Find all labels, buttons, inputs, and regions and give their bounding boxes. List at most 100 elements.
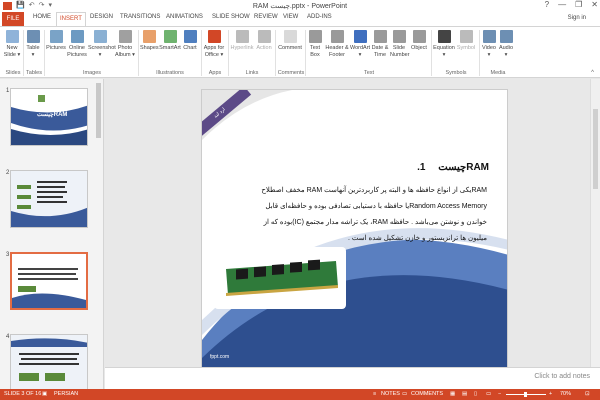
restore-button[interactable]: ❐ — [575, 0, 582, 9]
group-label-illustrations: Illustrations — [156, 70, 184, 76]
wordart-icon — [353, 30, 367, 43]
group-label-links: Links — [245, 70, 259, 76]
video-button[interactable]: Video ▾ — [481, 30, 497, 58]
body-line[interactable]: RAMیکی از انواع حافظه ها و البته پر کارب… — [225, 186, 487, 195]
table-button[interactable]: Table ▾ — [25, 30, 41, 58]
zoom-slider-thumb[interactable] — [524, 392, 527, 397]
tab-file[interactable]: FILE — [2, 12, 24, 26]
audio-button[interactable]: Audio ▾ — [498, 30, 514, 58]
tab-animations[interactable]: ANIMATIONS — [166, 14, 203, 20]
zoom-level[interactable]: 70% — [560, 391, 571, 397]
group-label-images: Images — [82, 70, 102, 76]
ram-module-image[interactable] — [214, 247, 346, 309]
thumbnails-scrollbar[interactable] — [96, 83, 101, 138]
slide-3-preview — [12, 254, 86, 308]
header-footer-icon — [330, 30, 344, 43]
wordart-button[interactable]: WordArt ▾ — [350, 30, 370, 58]
tab-slide-show[interactable]: SLIDE SHOW — [212, 14, 250, 20]
pictures-button[interactable]: Pictures — [46, 30, 66, 52]
chart-button[interactable]: Chart — [182, 30, 198, 52]
zoom-out-icon[interactable]: − — [498, 391, 501, 397]
action-icon — [257, 30, 271, 43]
scrollbar-thumb[interactable] — [593, 109, 598, 189]
slideshow-icon[interactable]: ▭ — [486, 391, 491, 397]
equation-button[interactable]: Equation ▾ — [433, 30, 455, 58]
video-icon — [482, 30, 496, 43]
thumbnail-title: RAMچیست — [37, 112, 68, 118]
date-time-icon — [373, 30, 387, 43]
audio-icon — [499, 30, 513, 43]
notes-toggle[interactable]: NOTES — [381, 391, 400, 397]
photo-album-button[interactable]: Photo Album ▾ — [114, 30, 136, 58]
collapse-ribbon-icon[interactable]: ^ — [591, 70, 594, 76]
tab-home[interactable]: HOME — [33, 14, 51, 20]
body-line[interactable]: خواندن و نوشتن می‌باشد . حافظه RAM، یک ت… — [225, 218, 487, 227]
slide-sorter-icon[interactable]: ▤ — [462, 391, 467, 397]
close-button[interactable]: ✕ — [591, 0, 598, 9]
group-label-media: Media — [490, 70, 506, 76]
slide-2-preview — [11, 171, 87, 227]
tab-add-ins[interactable]: ADD-INS — [307, 14, 332, 20]
group-label-comments: Comments — [277, 70, 305, 76]
text-box-icon — [308, 30, 322, 43]
comment-button[interactable]: Comment — [277, 30, 303, 52]
header-footer-button[interactable]: Header & Footer — [325, 30, 349, 58]
slide-thumbnail-1[interactable]: RAMچیست — [10, 88, 88, 146]
zoom-in-icon[interactable]: + — [549, 391, 552, 397]
group-separator — [138, 30, 139, 76]
slide-number-icon — [392, 30, 406, 43]
symbol-button[interactable]: Symbol — [456, 30, 476, 52]
current-slide[interactable]: ارد لند RAMچیست 1. RAMیکی از انواع حافظه… — [201, 89, 508, 369]
reading-view-icon[interactable]: ▯ — [474, 391, 477, 397]
smartart-button[interactable]: SmartArt — [159, 30, 181, 52]
apps-for-office-button[interactable]: Apps for Office ▾ — [203, 30, 225, 58]
sign-in-link[interactable]: Sign in — [568, 15, 586, 21]
new-slide-button[interactable]: New Slide ▾ — [3, 30, 21, 58]
fit-slide-icon[interactable]: ⊡ — [585, 391, 590, 397]
canvas-vertical-scrollbar[interactable] — [590, 79, 600, 367]
screenshot-button[interactable]: Screenshot ▾ — [88, 30, 116, 58]
slide-footer-url: fppt.com — [210, 354, 230, 360]
help-button[interactable]: ? — [545, 0, 549, 9]
screenshot-icon — [93, 30, 107, 43]
group-separator — [44, 30, 45, 76]
notes-pane[interactable]: Click to add notes — [105, 367, 600, 389]
slide-number-button[interactable]: Slide Number — [390, 30, 410, 58]
tab-review[interactable]: REVIEW — [254, 14, 278, 20]
hyperlink-button[interactable]: Hyperlink — [230, 30, 254, 52]
text-box-button[interactable]: Text Box — [307, 30, 323, 58]
spellcheck-icon[interactable]: ▣ — [42, 391, 47, 397]
slide-thumbnail-2[interactable] — [10, 170, 88, 228]
object-icon — [412, 30, 426, 43]
tab-transitions[interactable]: TRANSITIONS — [120, 14, 160, 20]
tab-design[interactable]: DESIGN — [90, 14, 113, 20]
date-time-button[interactable]: Date & Time — [371, 30, 389, 58]
body-line[interactable]: میلیون ها ترانزیستور و خازن تشکیل شده اس… — [225, 234, 487, 243]
slide-heading[interactable]: RAMچیست 1. — [417, 162, 489, 173]
slide-background — [202, 90, 507, 368]
window-controls: ? — ❐ ✕ — [545, 0, 598, 9]
slide-counter: SLIDE 3 OF 16 — [4, 391, 42, 397]
tab-view[interactable]: VIEW — [283, 14, 298, 20]
comments-toggle[interactable]: COMMENTS — [411, 391, 443, 397]
minimize-button[interactable]: — — [558, 0, 566, 9]
group-label-symbols: Symbols — [445, 70, 467, 76]
new-slide-icon — [5, 30, 19, 43]
language-indicator[interactable]: PERSIAN — [54, 391, 78, 397]
normal-view-icon[interactable]: ▦ — [450, 391, 455, 397]
shapes-button[interactable]: Shapes — [140, 30, 159, 52]
ribbon-tabs: FILE HOME INSERT DESIGN TRANSITIONS ANIM… — [0, 12, 600, 26]
slide-thumbnail-3[interactable] — [10, 252, 88, 310]
chart-icon — [183, 30, 197, 43]
action-button[interactable]: Action — [255, 30, 273, 52]
body-line[interactable]: Random Access Memoryیا حافظه با دستیابی … — [225, 202, 487, 211]
slide-thumbnail-4[interactable] — [10, 334, 88, 389]
window-title: RAM چیست.pptx - PowerPoint — [252, 3, 348, 10]
online-pictures-button[interactable]: Online Pictures — [67, 30, 87, 58]
tab-insert[interactable]: INSERT — [56, 12, 86, 26]
symbol-icon — [459, 30, 473, 43]
object-button[interactable]: Object — [410, 30, 428, 52]
thumbnail-number: 1 — [6, 88, 10, 94]
online-pictures-icon — [70, 30, 84, 43]
notes-icon: ≡ — [373, 391, 377, 397]
